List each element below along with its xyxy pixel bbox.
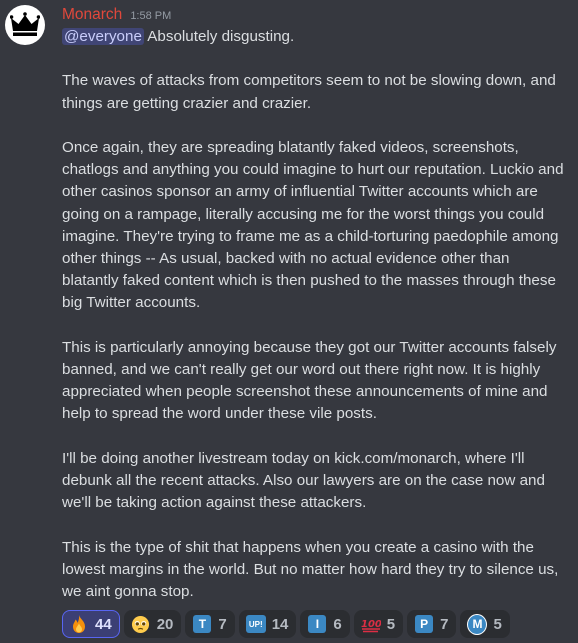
pleading-face-icon: [131, 614, 151, 634]
up-button-letter: UP!: [245, 615, 266, 634]
reaction-count: 20: [156, 615, 174, 633]
reaction-count: 5: [493, 615, 502, 633]
regional-i-letter: I: [308, 615, 327, 634]
regional-i-icon: I: [307, 614, 327, 634]
reaction-up-button[interactable]: UP! 14: [238, 610, 297, 639]
reaction-count: 6: [333, 615, 342, 633]
avatar[interactable]: [5, 5, 45, 45]
regional-p-letter: P: [415, 615, 434, 634]
timestamp: 1:58 PM: [130, 10, 172, 22]
circled-m-icon: M: [467, 613, 488, 635]
message-paragraph: This is the type of shit that happens wh…: [62, 538, 559, 600]
chat-message: Monarch 1:58 PM @everyone Absolutely dis…: [0, 0, 578, 643]
reaction-regional-t[interactable]: T 7: [185, 610, 235, 639]
reaction-regional-i[interactable]: I 6: [300, 610, 350, 639]
message-content: @everyone Absolutely disgusting. The wav…: [62, 26, 566, 603]
message-paragraph: Once again, they are spreading blatantly…: [62, 138, 564, 312]
reaction-count: 14: [271, 615, 289, 633]
username[interactable]: Monarch: [62, 6, 122, 24]
crown-icon: [10, 12, 40, 36]
hundred-points-icon: 100: [361, 614, 381, 634]
reaction-count: 7: [218, 615, 227, 633]
everyone-mention[interactable]: @everyone: [62, 28, 144, 45]
fire-icon: [69, 614, 89, 634]
reaction-pleading-face[interactable]: 20: [123, 610, 182, 639]
reaction-fire[interactable]: 44: [62, 610, 120, 639]
reaction-hundred-points[interactable]: 100 5: [353, 610, 404, 639]
first-line-text: Absolutely disgusting.: [143, 28, 295, 45]
up-button-icon: UP!: [245, 614, 266, 634]
message-paragraph: This is particularly annoying because th…: [62, 338, 557, 423]
circled-m-letter: M: [467, 613, 488, 635]
message-paragraph: I'll be doing another livestream today o…: [62, 449, 545, 512]
reaction-circled-m[interactable]: M 5: [460, 610, 510, 639]
message-header: Monarch 1:58 PM: [62, 6, 566, 26]
reaction-regional-p[interactable]: P 7: [407, 610, 457, 639]
reaction-count: 5: [386, 615, 396, 633]
reactions-bar: 44 20 T 7 UP! 14 I 6 100 5 P 7 M 5: [62, 610, 566, 639]
reaction-count: 7: [440, 615, 449, 633]
regional-t-letter: T: [193, 615, 212, 634]
message-paragraph: The waves of attacks from competitors se…: [62, 72, 556, 112]
regional-t-icon: T: [192, 614, 212, 634]
regional-p-icon: P: [414, 614, 434, 634]
first-line: @everyone Absolutely disgusting.: [62, 26, 566, 48]
reaction-count: 44: [95, 615, 112, 633]
